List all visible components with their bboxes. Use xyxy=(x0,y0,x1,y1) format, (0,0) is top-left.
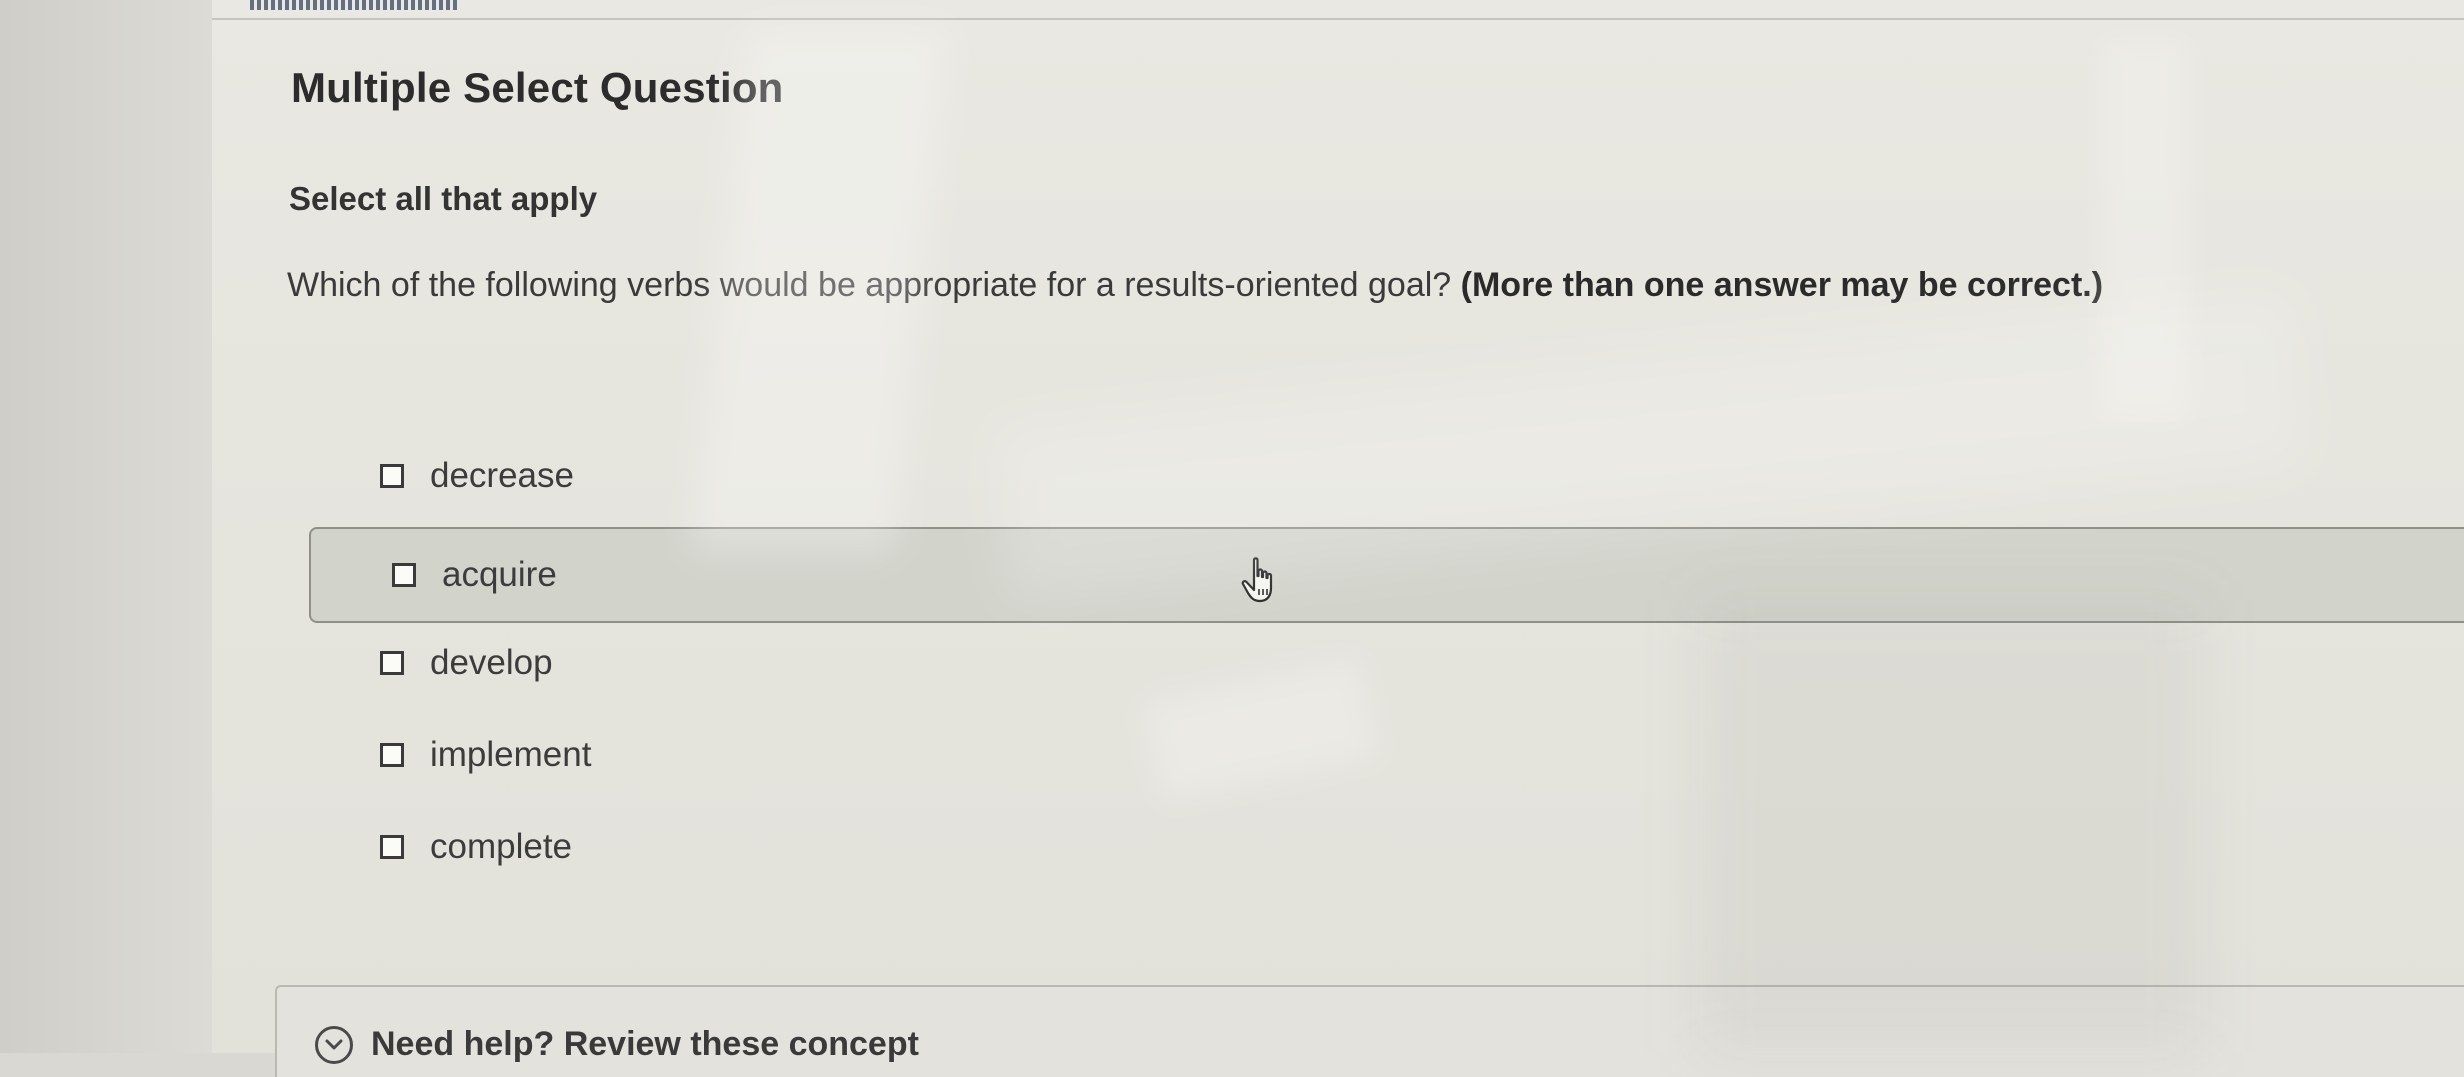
checkbox[interactable] xyxy=(380,464,404,488)
progress-strip xyxy=(250,0,460,10)
checkbox[interactable] xyxy=(392,563,416,587)
checkbox[interactable] xyxy=(380,743,404,767)
answer-option-label: develop xyxy=(430,643,553,682)
answer-option-acquire[interactable]: acquire xyxy=(309,527,2464,623)
question-type-heading: Multiple Select Question xyxy=(291,64,784,111)
top-divider xyxy=(212,18,2464,20)
answer-option-label: implement xyxy=(430,735,592,774)
question-prompt-emphasis: (More than one answer may be correct.) xyxy=(1460,266,2104,304)
chevron-down-circle-icon xyxy=(315,1025,353,1064)
chevron-down-icon xyxy=(325,1039,343,1049)
answer-option-decrease[interactable]: decrease xyxy=(380,446,574,506)
hand-pointer-icon xyxy=(1241,557,1273,603)
answer-option-develop[interactable]: develop xyxy=(380,633,553,693)
answer-option-label: decrease xyxy=(430,456,574,495)
page-left-margin xyxy=(0,0,212,1053)
help-toggle-button[interactable]: Need help? Review these concept xyxy=(315,1025,919,1064)
question-prompt: Which of the following verbs would be ap… xyxy=(287,266,2427,305)
checkbox[interactable] xyxy=(380,651,404,675)
answer-option-label: acquire xyxy=(442,555,557,594)
help-toggle-label: Need help? Review these concept xyxy=(371,1025,919,1063)
question-prompt-text: Which of the following verbs would be ap… xyxy=(287,266,1452,304)
answer-option-complete[interactable]: complete xyxy=(380,817,572,877)
answer-option-implement[interactable]: implement xyxy=(380,725,591,785)
checkbox[interactable] xyxy=(380,835,404,859)
answer-option-label: complete xyxy=(430,827,573,866)
question-instruction: Select all that apply xyxy=(289,180,598,217)
